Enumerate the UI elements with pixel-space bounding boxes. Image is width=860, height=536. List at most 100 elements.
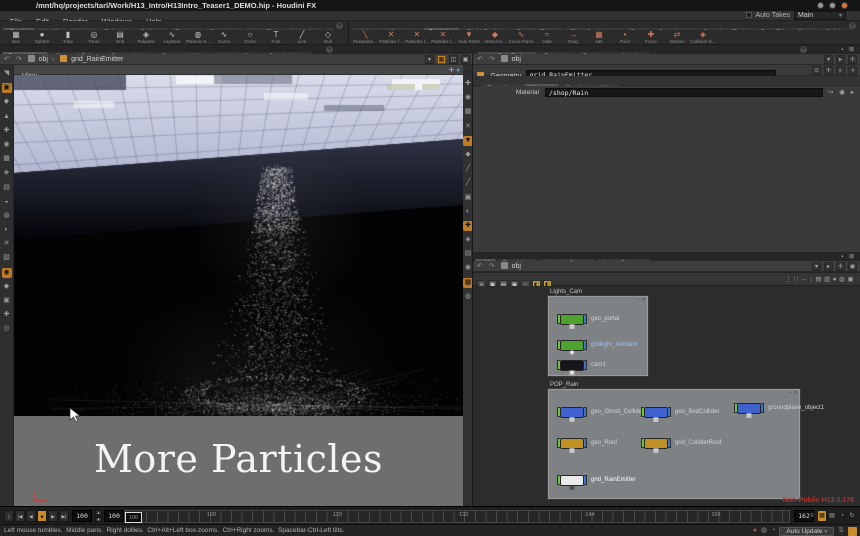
shelf-tool[interactable]: ≈Gale [534, 30, 560, 45]
tool-icon[interactable]: ▤ [2, 183, 12, 193]
minimize-button[interactable] [817, 2, 824, 9]
back-icon[interactable]: ↶ [477, 56, 483, 63]
playbar-option-icon[interactable]: ◔ [838, 511, 846, 521]
network-node[interactable]: ▦ grid_ColliderRoof [641, 437, 721, 449]
path-root[interactable]: obj [39, 56, 48, 63]
tool-icon[interactable]: ◉ [2, 140, 12, 150]
path-toolbar-icon[interactable]: ▸ [824, 262, 833, 271]
node-display-flag[interactable] [761, 403, 764, 413]
network-toolbar-icon[interactable]: ▥ [824, 276, 833, 283]
tool-icon[interactable]: ◆ [2, 97, 12, 107]
network-node[interactable]: ◉ gridlight_Ambient [557, 339, 637, 351]
network-box-controls[interactable]: − ✕ [790, 390, 799, 396]
pane-control-icons[interactable]: ▪ ⊠ [841, 253, 856, 260]
shelf-tool[interactable]: ▮Tube [55, 30, 81, 45]
shelf-tool[interactable]: •Point [612, 30, 638, 45]
node-display-flag[interactable] [668, 407, 671, 417]
auto-takes-checkbox[interactable] [746, 12, 752, 18]
network-toolbar-icon[interactable]: ∷ [794, 276, 801, 283]
transport-button[interactable]: ▶| [59, 510, 69, 522]
shelf-tool[interactable]: ✕Particles f... [378, 30, 404, 45]
viewport-header-icons[interactable]: ✛ ● [449, 66, 460, 74]
network-box-pop-rain[interactable]: POP_Rain − ✕ ▦ geo_Ghost_Collider ▦ geo_… [548, 389, 800, 499]
shelf-tool[interactable]: ▤Grid [107, 30, 133, 45]
tool-icon[interactable]: ◆ [2, 282, 12, 292]
back-icon[interactable]: ↶ [477, 263, 483, 270]
playbar-option-icon[interactable]: ▦ [818, 511, 826, 521]
update-toggle-icon[interactable]: ⇅ [838, 526, 844, 536]
tool-icon[interactable]: ▦ [2, 154, 12, 164]
network-toolbar-icon[interactable]: ⋮ [785, 276, 794, 283]
path-toolbar-icon[interactable]: ▾ [812, 262, 821, 271]
path-toolbar-icon[interactable]: ◫ [449, 55, 458, 64]
tool-icon[interactable]: ◈ [2, 168, 12, 178]
path-toolbar-icon[interactable]: ▾ [425, 55, 434, 64]
auto-takes-toggle[interactable]: Auto Takes [746, 12, 790, 20]
playbar-option-icon[interactable]: ≡ [808, 511, 816, 521]
shelf-tool[interactable]: ▼Auto Fetch [456, 30, 482, 45]
shelf-tool[interactable]: ▦Box [3, 30, 29, 45]
shelf-tool[interactable]: ∿Curve Force [508, 30, 534, 45]
path-toolbar-icon[interactable]: ▦ [437, 55, 446, 64]
forward-icon[interactable]: ↷ [16, 56, 22, 63]
shelf-tool[interactable]: ∿Lsystem [159, 30, 185, 45]
tool-icon[interactable]: ◒ [2, 197, 12, 207]
path-toolbar-icon[interactable]: ▸ [836, 55, 845, 64]
playbar-option-icon[interactable]: ▤ [828, 511, 836, 521]
node-display-flag[interactable] [584, 314, 587, 324]
shelf-tool[interactable]: ◎Torus [81, 30, 107, 45]
material-input[interactable]: /shop/Rain [545, 88, 823, 97]
shelf-tool[interactable]: ∿Curve [211, 30, 237, 45]
shelf-tool[interactable]: ◈Collision D... [690, 30, 716, 45]
node-display-flag[interactable] [584, 360, 587, 370]
close-button[interactable] [841, 2, 848, 9]
path-toolbar-icon[interactable]: ✛ [848, 55, 857, 64]
tool-icon[interactable]: ✚ [2, 310, 12, 320]
path-node[interactable]: grid_RainEmitter [71, 56, 123, 63]
frame-field[interactable]: 100 [72, 510, 92, 522]
tool-icon[interactable]: ✕ [2, 239, 12, 249]
shelf-tool[interactable]: ◍Platonic S... [185, 30, 211, 45]
shelf-tool[interactable]: ✚Force [638, 30, 664, 45]
network-box-controls[interactable]: − ✕ [638, 297, 647, 303]
forward-icon[interactable]: ↷ [489, 263, 495, 270]
shelf-tool[interactable]: TFont [263, 30, 289, 45]
path-toolbar-icon[interactable]: ▣ [461, 55, 470, 64]
network-canvas[interactable]: Lights_Cam − ✕ ▦ geo_portal ◉ gridlight_… [473, 286, 860, 506]
range-toggle-icon[interactable]: ▴ [95, 510, 102, 515]
node-display-flag[interactable] [584, 438, 587, 448]
shelf-tool[interactable]: →Drag [560, 30, 586, 45]
shelf-tool[interactable]: ◆Attract to... [482, 30, 508, 45]
shelf-tool[interactable]: ✕Particles f... [430, 30, 456, 45]
network-node[interactable]: ▦ geo_portal [557, 313, 619, 325]
param-header-icon[interactable]: ◐ [836, 66, 845, 75]
new-tab-icon[interactable]: ✛ [800, 46, 807, 53]
param-header-icon[interactable]: ✛ [824, 66, 833, 75]
path-root[interactable]: obj [512, 263, 521, 270]
shelf-tool[interactable]: ○Circle [237, 30, 263, 45]
tool-icon[interactable]: ◥ [2, 69, 12, 79]
shelf-tool[interactable]: ▦Net [586, 30, 612, 45]
back-icon[interactable]: ↶ [4, 56, 10, 63]
network-node[interactable]: ▦ geo_BedCollider [641, 406, 719, 418]
scene-viewport[interactable] [14, 75, 463, 416]
range-toggle-icon[interactable]: ▾ [95, 517, 102, 522]
shelf-tool[interactable]: ●Sphere [29, 30, 55, 45]
tool-icon[interactable]: ▧ [2, 253, 12, 263]
network-node[interactable]: ▦ geo_Ghost_Collider [557, 406, 644, 418]
tool-icon[interactable]: ✚ [2, 126, 12, 136]
frame-field[interactable]: 100 [104, 510, 124, 522]
transport-button[interactable]: |◀◀ [4, 510, 14, 522]
maximize-button[interactable] [829, 2, 836, 9]
network-toolbar-icon[interactable]: ↔ [801, 276, 810, 283]
cook-indicator-icon[interactable] [848, 527, 857, 536]
shelf-tool[interactable]: ◈Polywire [133, 30, 159, 45]
tool-icon[interactable]: ◍ [2, 211, 12, 221]
param-header-icon[interactable]: ⊙ [812, 66, 821, 75]
network-node[interactable]: ▦ groundplane_object1 [734, 402, 824, 414]
shelf-gear-icon[interactable]: ✛ [849, 22, 856, 29]
current-frame-marker[interactable]: 100 [125, 512, 142, 523]
path-toolbar-icon[interactable]: ◉ [848, 262, 857, 271]
path-toolbar-icon[interactable]: ▾ [824, 55, 833, 64]
path-toolbar-icon[interactable]: ✛ [836, 262, 845, 271]
